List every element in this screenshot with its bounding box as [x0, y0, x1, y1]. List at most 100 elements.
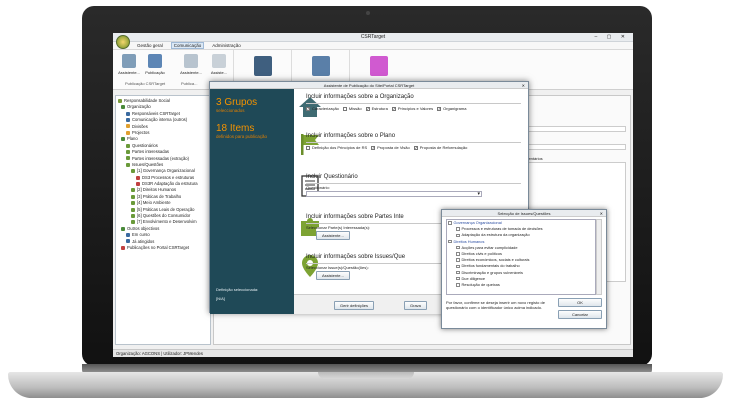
wizard-button[interactable]: Assistente... [117, 54, 141, 75]
checkbox[interactable]: Definição dos Princípios de RS [306, 145, 367, 150]
empty-box-icon [342, 106, 347, 111]
checkbox-label: Organigrama [443, 106, 467, 111]
camera [366, 11, 370, 15]
empty-box-icon [456, 276, 460, 281]
list-item-label: Acções para evitar cumplicidade [461, 244, 518, 250]
manage-definitions-button[interactable]: Gerir definições [334, 301, 375, 310]
document-icon [312, 56, 330, 76]
questionnaire-select[interactable] [306, 191, 482, 197]
list-item[interactable]: Resolução de queixas [447, 282, 595, 288]
tree-item-label: Comunicação interna (outros) [132, 117, 188, 123]
tree-item-label: Outros objectivos [127, 225, 160, 231]
items-label: definidos para publicação [216, 134, 268, 139]
issues-list[interactable]: Governança Organizacional Processos e est… [446, 219, 596, 295]
check-icon: ✓ [306, 106, 310, 111]
stakeholders-wizard-button[interactable]: Assistente... [316, 231, 350, 240]
list-item-label: Direitos económicos, sociais e culturais [461, 257, 530, 263]
tree-item-label: Questionários [132, 142, 158, 148]
issues-selection-dialog: Selecção de Issues/Questões ✕ Governança… [441, 209, 607, 329]
tree-item-label: [7] Envolvimento e Desenvolvim [137, 219, 197, 225]
tree-item[interactable]: Publicações no Portal CSRTarget [118, 245, 208, 251]
empty-box-icon [456, 245, 460, 250]
empty-box-icon [306, 145, 310, 150]
tree-item-label: Partes interessadas [132, 149, 170, 155]
tree-item-label: [3] Práticas de Trabalho [137, 193, 182, 199]
content-dropdown[interactable] [514, 126, 626, 132]
definition-value: [N/A] [216, 296, 225, 301]
tree-item-label: [4] Meio Ambiente [137, 200, 171, 206]
content-dropdown-2[interactable] [514, 144, 626, 150]
tree-node-icon [126, 143, 130, 148]
tree-node-icon [126, 233, 130, 238]
checkbox[interactable]: ✓ Proposta de Visão [371, 145, 410, 150]
tree-item-label: Divisões [132, 123, 148, 129]
empty-box-icon [456, 258, 460, 262]
checkbox[interactable]: ✓ Estrutura [365, 106, 388, 111]
tree-node-icon [126, 124, 130, 129]
tree-node-icon [131, 213, 135, 218]
tree-node-icon [131, 188, 135, 193]
list-item-label: Resolução de queixas [461, 281, 500, 287]
tree-item-label: [2] Direitos Humanos [137, 187, 177, 193]
app-logo-icon[interactable] [116, 35, 130, 49]
arrow-icon [212, 54, 226, 68]
checkbox[interactable]: ✓ Caracterização [306, 106, 339, 111]
tree-node-icon [126, 162, 130, 167]
checkbox[interactable]: ✓ Organigrama [437, 106, 466, 111]
questionnaire-section-title: Incluir Questionário [306, 174, 358, 180]
window-controls[interactable]: – ▢ ✕ [595, 33, 629, 42]
dialog-title: Assistente de Publicação do Site/Portal … [323, 83, 415, 88]
checkbox-label: Proposta de Visão [377, 145, 410, 150]
wizard-icon [184, 54, 198, 68]
issues-wizard-button[interactable]: Assistente... [316, 271, 350, 280]
ribbon-group-label-2: Publica... [181, 81, 198, 86]
list-item-label: Governança Organizacional [453, 220, 502, 225]
plan-section-title: Incluir informações sobre o Plano [306, 133, 396, 139]
menu-item[interactable]: Gestão geral [135, 43, 165, 48]
tree-node-icon [126, 130, 130, 135]
tree-node-icon [131, 194, 135, 199]
tree-node-icon [126, 150, 130, 155]
menu-item[interactable]: Administração [210, 43, 243, 48]
wizard-button-2[interactable]: Assistente... [179, 54, 203, 75]
empty-box-icon [456, 252, 460, 256]
tree-item-label: [6] Questões do Consumidor [137, 213, 191, 219]
groups-label: seleccionados [216, 108, 245, 113]
tree-node-icon [126, 239, 130, 244]
empty-box-icon [456, 270, 460, 275]
tree-item-label: Organização [127, 104, 151, 110]
checkbox-label: Definição dos Princípios de RS [312, 145, 368, 150]
app-window: CSRTarget – ▢ ✕ Gestão geral Comunicação A… [113, 33, 633, 357]
menu-item[interactable]: Comunicação [170, 42, 205, 49]
publish-button[interactable]: Publicação [143, 54, 167, 75]
checkbox[interactable]: Missão [342, 106, 362, 111]
empty-box-icon [456, 264, 460, 269]
checkbox[interactable]: ✓ Princípios e Valores [391, 106, 433, 111]
empty-box-icon [456, 227, 460, 231]
organization-section-title: Incluir informações sobre a Organização [306, 94, 414, 100]
checkbox-label: Estrutura [371, 106, 388, 111]
cancel-button[interactable]: Cancelar [558, 310, 602, 319]
tree-item-label: [1] Governança Organizacional [137, 168, 195, 174]
tree-item-label: [5] Práticas Leais de Operação [137, 206, 195, 212]
empty-box-icon [456, 283, 460, 287]
tree-node-icon [131, 201, 135, 206]
ok-button[interactable]: OK [558, 298, 602, 307]
list-item-label: Processos e estruturas de tomada de deci… [461, 226, 543, 232]
wizard-button-3[interactable]: Assiste... [207, 54, 231, 75]
check-icon: ✓ [365, 106, 370, 111]
tree-node-icon [131, 169, 135, 174]
close-icon[interactable]: ✕ [522, 82, 525, 89]
check-icon: ✓ [413, 145, 418, 150]
list-scrollbar[interactable] [596, 219, 602, 295]
checkbox-label: Proposta de Reformulação [419, 145, 468, 150]
checkbox-label: Missão [348, 106, 362, 111]
popup-title-bar: Selecção de Issues/Questões ✕ [442, 210, 606, 217]
close-icon[interactable]: ✕ [600, 210, 603, 217]
empty-box-icon [448, 221, 452, 225]
tree-item-label: Projectos [132, 129, 150, 135]
check-icon: ✓ [437, 106, 442, 111]
save-button[interactable]: Grava [404, 301, 427, 310]
groups-count: 3 Grupos [216, 97, 258, 108]
checkbox[interactable]: ✓ Proposta de Reformulação [413, 145, 468, 150]
